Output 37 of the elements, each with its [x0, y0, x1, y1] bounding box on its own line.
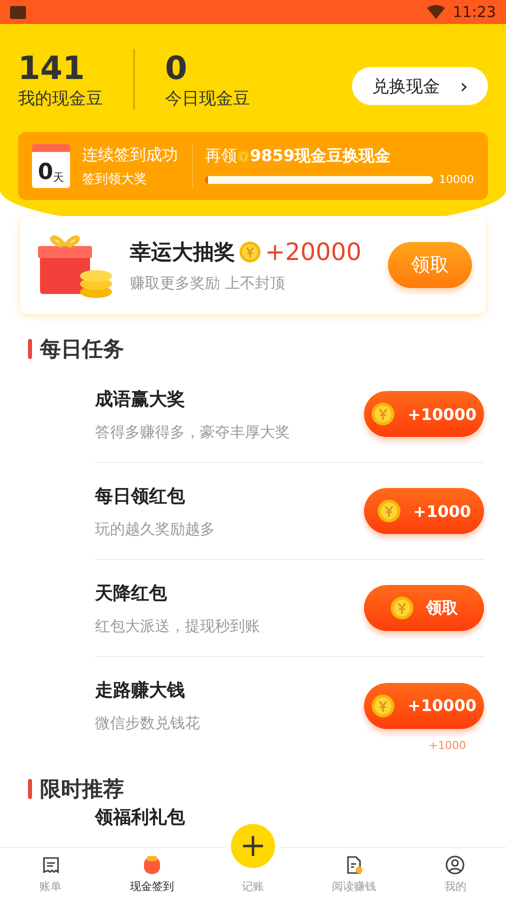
task-title: 成语赢大奖	[95, 388, 186, 410]
goal-prefix: 再领	[205, 146, 237, 167]
task-reward-button[interactable]: 领取	[364, 585, 484, 631]
tab-item[interactable]: 记账	[202, 848, 304, 900]
tab-item[interactable]: 阅读赚钱	[304, 848, 405, 900]
task-title: 每日领红包	[95, 484, 186, 508]
task-subtitle: 玩的越久奖励越多	[95, 520, 216, 538]
recommend-title: 领福利礼包	[95, 807, 185, 828]
lottery-subtitle: 赚取更多奖励 上不封顶	[130, 274, 286, 292]
task-title: 走路赚大钱	[95, 679, 186, 702]
task-reward-button[interactable]: +10000	[364, 682, 484, 728]
lottery-title: 幸运大抽奖	[130, 238, 235, 266]
reward-note: +1000	[428, 739, 466, 752]
stat-value: 0	[165, 48, 188, 86]
goal-text: 9859现金豆换现金	[250, 146, 391, 167]
clock-time: 11:23	[452, 3, 496, 21]
task-title: 天降红包	[95, 582, 168, 604]
section-title: 限时推荐	[40, 776, 124, 803]
lottery-reward: +20000	[265, 238, 362, 266]
calendar-icon: 0天	[32, 144, 70, 188]
exchange-cash-button[interactable]: 兑换现金 ›	[352, 67, 488, 105]
checkin-title: 连续签到成功	[82, 144, 178, 166]
claim-button[interactable]: 领取	[388, 242, 472, 288]
task-subtitle: 答得多赚得多，豪夺丰厚大奖	[95, 422, 291, 442]
task-subtitle: 红包大派送，提现秒到账	[95, 616, 261, 636]
task-subtitle: 微信步数兑钱花	[95, 714, 201, 733]
checkin-subtitle: 签到领大奖	[82, 170, 148, 188]
progress-target: 10000	[439, 173, 474, 186]
tab-item[interactable]: 现金签到	[101, 848, 202, 900]
section-title: 每日任务	[40, 336, 124, 363]
tab-item[interactable]: 账单	[0, 848, 102, 900]
stat-label: 今日现金豆	[165, 88, 250, 110]
task-reward-button[interactable]: +10000	[364, 391, 484, 437]
task-reward-button[interactable]: +1000	[364, 488, 484, 534]
stat-value: 141	[18, 48, 86, 86]
tab-item[interactable]: 我的	[404, 848, 506, 900]
stat-label: 我的现金豆	[18, 88, 103, 110]
